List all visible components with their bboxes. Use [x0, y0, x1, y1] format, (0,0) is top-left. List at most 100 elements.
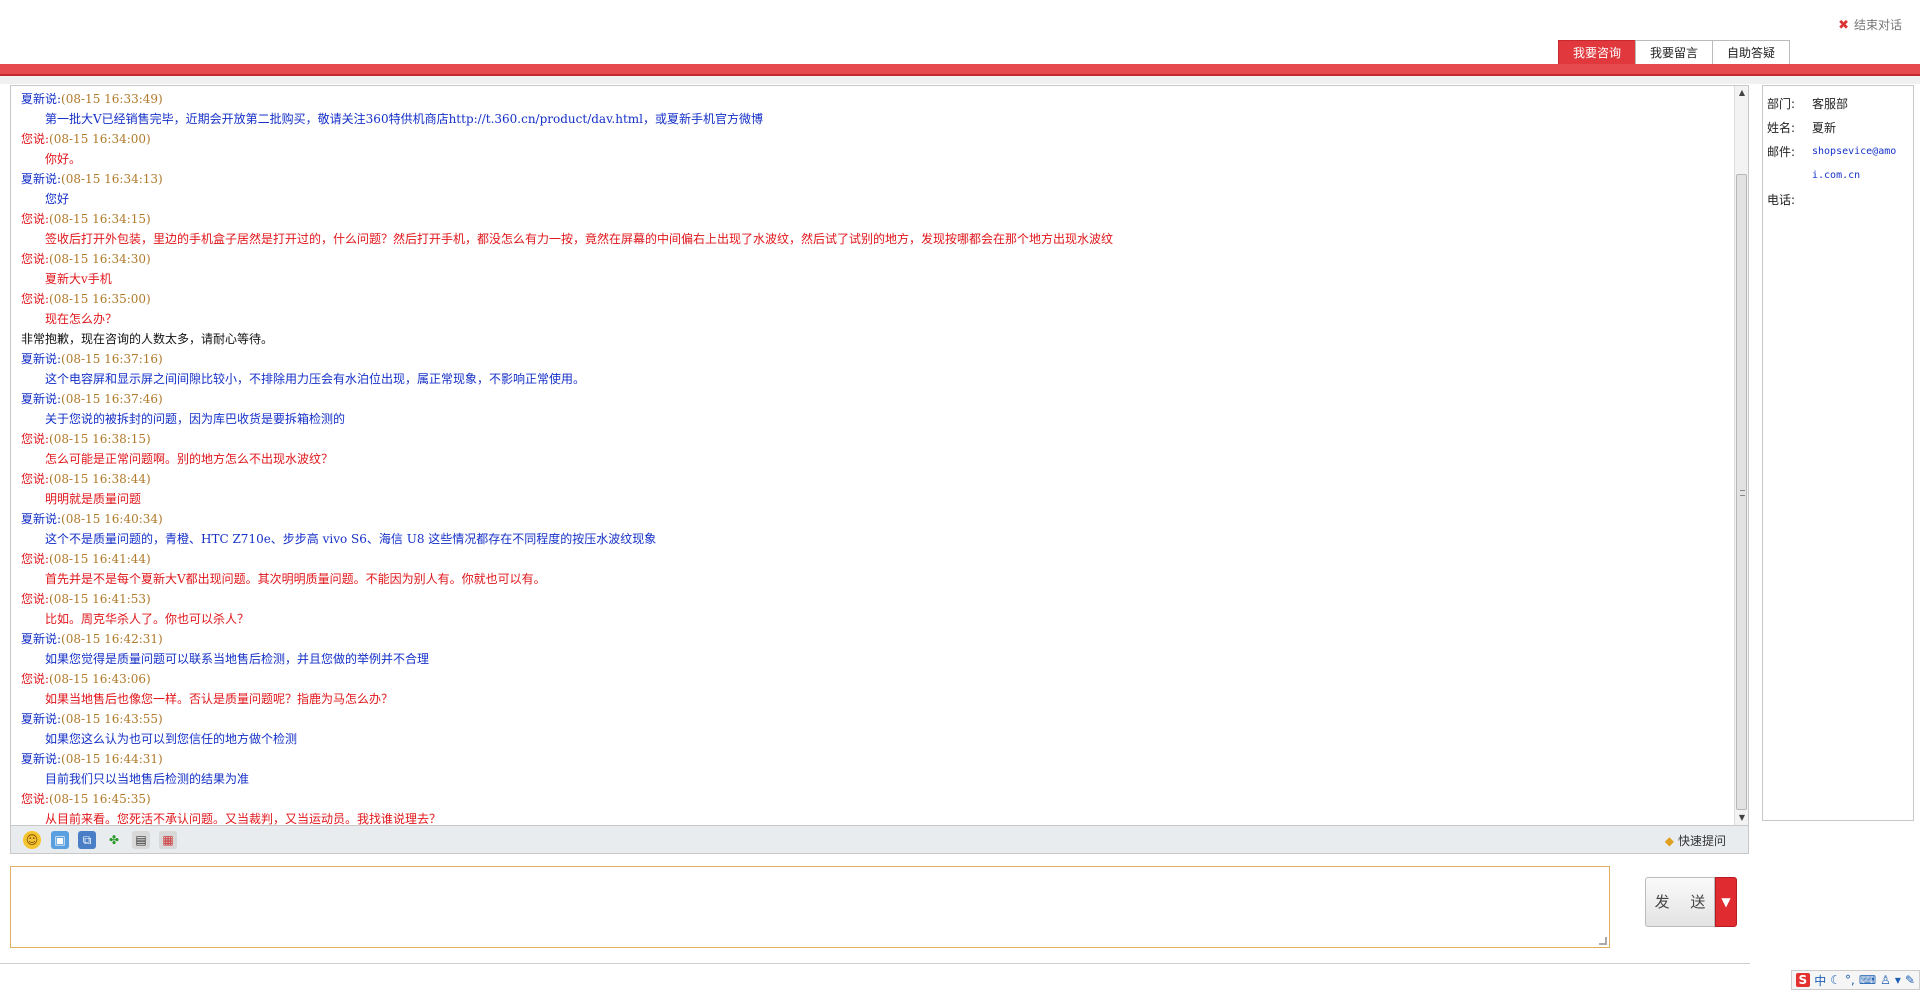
message-header: 夏新说:(08-15 16:34:13): [21, 169, 1734, 189]
ime-status-bar[interactable]: S 中 ☾ °, ⌨ ♙ ▾ ✎: [1790, 970, 1920, 990]
message-timestamp: (08-15 16:34:00): [49, 132, 151, 146]
dept-label: 部门:: [1767, 97, 1796, 111]
message-header: 您说:(08-15 16:35:00): [21, 289, 1734, 309]
message-list: 夏新说:(08-15 16:33:49) 第一批大V已经销售完毕，近期会开放第二批…: [11, 86, 1734, 825]
smiley-icon[interactable]: ☺: [23, 831, 41, 849]
ime-mode[interactable]: 中: [1814, 972, 1826, 989]
message-text: 您好: [45, 192, 70, 206]
name-row: 姓名: 夏新: [1767, 116, 1909, 140]
message-sender: 夏新说:: [21, 752, 62, 766]
name-value: 夏新: [1812, 121, 1837, 135]
message-header: 您说:(08-15 16:43:06): [21, 669, 1734, 689]
message-input[interactable]: [11, 867, 1609, 947]
message-timestamp: (08-15 16:44:31): [61, 752, 163, 766]
message-text: 首先并是不是每个夏新大V都出现问题。其次明明质量问题。不能因为别人有。你就也可以…: [45, 572, 546, 586]
skin-icon[interactable]: ▾: [1895, 973, 1901, 987]
end-chat-button[interactable]: ✖ 结束对话: [1838, 16, 1902, 33]
moon-icon[interactable]: ☾: [1830, 973, 1841, 987]
quick-question-label: 快速提问: [1677, 834, 1726, 848]
message-sender: 您说:: [21, 552, 50, 566]
end-chat-label: 结束对话: [1853, 18, 1902, 32]
evaluate-icon[interactable]: ✤: [105, 831, 123, 849]
message-input-box[interactable]: [10, 866, 1610, 948]
message-text: 怎么可能是正常问题啊。别的地方怎么不出现水波纹？: [45, 452, 334, 466]
tab-self-help[interactable]: 自助答疑: [1711, 40, 1790, 64]
message-sender: 您说:: [21, 472, 50, 486]
message-header: 您说:(08-15 16:38:44): [21, 469, 1734, 489]
message-text: 如果您觉得是质量问题可以联系当地售后检测，并且您做的举例并不合理: [45, 652, 430, 666]
message-timestamp: (08-15 16:43:55): [61, 712, 163, 726]
message-text: 如果您这么认为也可以到您信任的地方做个检测: [45, 732, 298, 746]
message-sender: 夏新说:: [21, 172, 62, 186]
wrench-icon[interactable]: ✎: [1905, 973, 1915, 987]
message-sender: 夏新说:: [21, 632, 62, 646]
message-text: 夏新大v手机: [45, 272, 112, 286]
message-header: 您说:(08-15 16:38:15): [21, 429, 1734, 449]
scrollbar-thumb[interactable]: [1736, 174, 1747, 810]
message-header: 夏新说:(08-15 16:37:16): [21, 349, 1734, 369]
message-text: 从目前来看。您死活不承认问题。又当裁判，又当运动员。我找谁说理去？: [45, 812, 442, 826]
message-sender: 您说:: [21, 592, 50, 606]
tab-bar: 我要咨询 我要留言 自助答疑: [1557, 40, 1920, 64]
scroll-up-icon[interactable]: ▲: [1735, 86, 1748, 100]
message-text: 比如。周克华杀人了。你也可以杀人？: [45, 612, 250, 626]
chat-log-panel: 夏新说:(08-15 16:33:49) 第一批大V已经销售完毕，近期会开放第二批…: [10, 85, 1749, 826]
message-timestamp: (08-15 16:35:00): [49, 292, 151, 306]
message-sender: 您说:: [21, 792, 50, 806]
resize-grip-icon[interactable]: [1599, 937, 1607, 945]
file-icon[interactable]: ▤: [132, 831, 150, 849]
name-label: 姓名:: [1767, 121, 1796, 135]
message-sender: 您说:: [21, 252, 50, 266]
tab-leave-message[interactable]: 我要留言: [1634, 40, 1713, 64]
image-icon[interactable]: ▣: [51, 831, 69, 849]
message-text: 你好。: [45, 152, 82, 166]
message-timestamp: (08-15 16:38:44): [49, 472, 151, 486]
message-header: 您说:(08-15 16:34:30): [21, 249, 1734, 269]
message-timestamp: (08-15 16:37:46): [61, 392, 163, 406]
message-header: 夏新说:(08-15 16:37:46): [21, 389, 1734, 409]
scroll-down-icon[interactable]: ▼: [1735, 811, 1748, 825]
quick-question-button[interactable]: ◆ 快速提问: [1665, 832, 1726, 849]
message-timestamp: (08-15 16:41:53): [49, 592, 151, 606]
send-button[interactable]: 发 送: [1645, 877, 1715, 927]
message-header: 夏新说:(08-15 16:42:31): [21, 629, 1734, 649]
message-header: 您说:(08-15 16:34:15): [21, 209, 1734, 229]
header-red-bar: [0, 64, 1920, 76]
message-text: 签收后打开外包装，里边的手机盒子居然是打开过的，什么问题？然后打开手机，都没怎么…: [45, 232, 1114, 246]
message-text: 这个电容屏和显示屏之间间隙比较小，不排除用力压会有水泊位出现，属正常现象，不影响…: [45, 372, 586, 386]
tab-consult[interactable]: 我要咨询: [1557, 40, 1636, 64]
message-header: 您说:(08-15 16:45:35): [21, 789, 1734, 809]
message-text: 现在怎么办？: [45, 312, 118, 326]
dept-value: 客服部: [1812, 97, 1849, 111]
message-sender: 您说:: [21, 432, 50, 446]
divider: [0, 963, 1750, 964]
top-bar: ✖ 结束对话: [0, 0, 1920, 40]
message-header: 夏新说:(08-15 16:44:31): [21, 749, 1734, 769]
message-header: 您说:(08-15 16:41:44): [21, 549, 1734, 569]
keyboard-icon[interactable]: ⌨: [1859, 973, 1876, 987]
punctuation-icon[interactable]: °,: [1845, 973, 1855, 987]
message-header: 您说:(08-15 16:34:00): [21, 129, 1734, 149]
message-sender: 夏新说:: [21, 92, 62, 106]
message-sender: 您说:: [21, 672, 50, 686]
message-timestamp: (08-15 16:42:31): [61, 632, 163, 646]
chat-scrollbar[interactable]: ▲ ▼: [1734, 86, 1748, 825]
email-row: 邮件: shopsevice@amoi.com.cn: [1767, 140, 1909, 188]
email-label: 邮件:: [1767, 145, 1796, 159]
screenshot-icon[interactable]: ⧉: [78, 831, 96, 849]
input-toolbar: ☺ ▣ ⧉ ✤ ▤ ▦ ◆ 快速提问: [10, 826, 1749, 854]
message-timestamp: (08-15 16:37:16): [61, 352, 163, 366]
agent-info-panel: 部门: 客服部 姓名: 夏新 邮件: shopsevice@amoi.com.c…: [1762, 85, 1914, 821]
message-header: 夏新说:(08-15 16:40:34): [21, 509, 1734, 529]
message-sender: 夏新说:: [21, 352, 62, 366]
header-gray-bar: [0, 76, 1920, 84]
phone-row: 电话:: [1767, 188, 1909, 212]
sogou-logo-icon: S: [1795, 973, 1811, 987]
save-icon[interactable]: ▦: [159, 831, 177, 849]
message-sender: 夏新说:: [21, 512, 62, 526]
user-icon[interactable]: ♙: [1880, 973, 1891, 987]
send-options-dropdown[interactable]: ▼: [1715, 877, 1737, 927]
email-value[interactable]: shopsevice@amoi.com.cn: [1812, 140, 1908, 188]
caret-down-icon: ▼: [1721, 895, 1731, 909]
message-timestamp: (08-15 16:33:49): [61, 92, 163, 106]
